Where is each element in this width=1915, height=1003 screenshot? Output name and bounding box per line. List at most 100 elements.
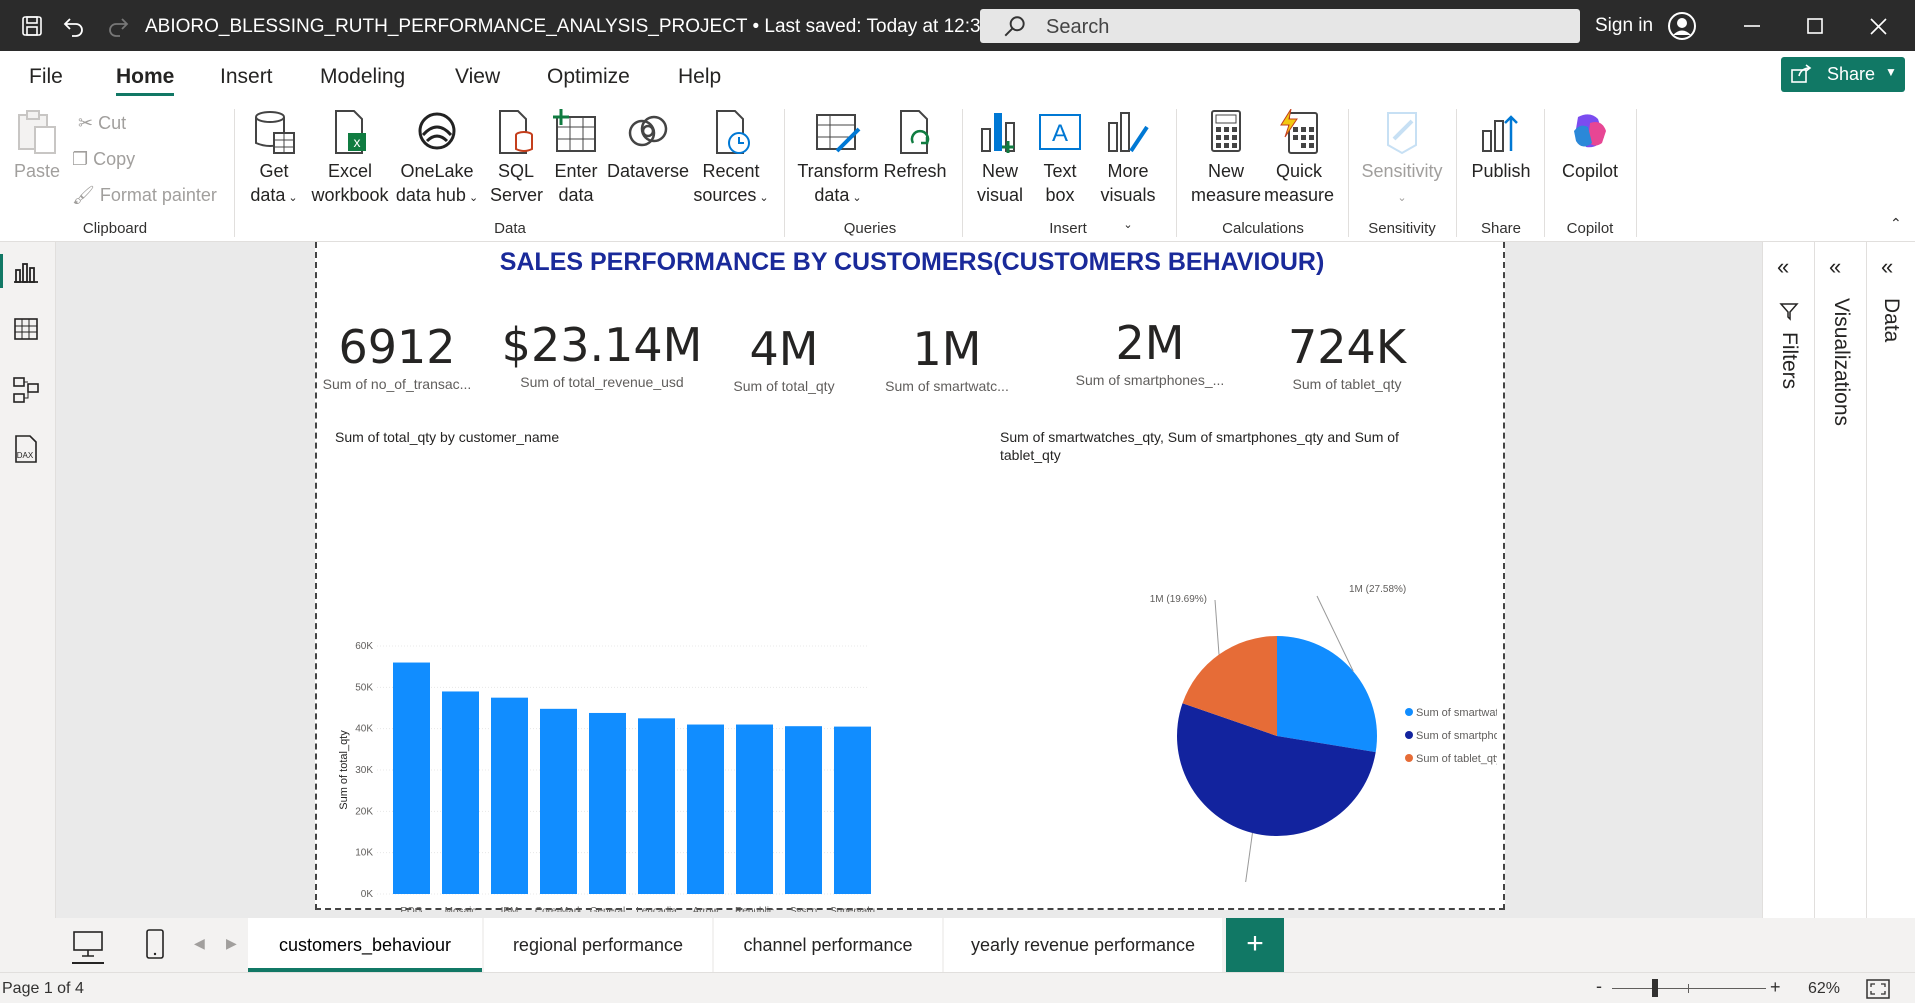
page-tab-channel-performance[interactable]: channel performance xyxy=(714,918,942,972)
copy-button[interactable]: ❐ Copy xyxy=(72,149,135,170)
scroll-tabs-left-icon[interactable]: ◀ xyxy=(194,935,205,952)
sign-in-link[interactable]: Sign in xyxy=(1595,15,1653,37)
x-tick-label: Supervalu xyxy=(830,906,875,912)
report-page: SALES PERFORMANCE BY CUSTOMERS(CUSTOMERS… xyxy=(315,242,1505,912)
maximize-icon[interactable] xyxy=(1807,18,1825,36)
onelake-data-hub-button[interactable]: OneLake data hub ⌄ xyxy=(394,109,480,210)
sensitivity-button[interactable]: Sensitivity ⌄ xyxy=(1356,109,1448,210)
menu-view[interactable]: View xyxy=(455,65,500,89)
data-label: 1M (27.58%) xyxy=(1349,584,1406,595)
new-measure-button[interactable]: New measure xyxy=(1186,109,1266,207)
paste-button[interactable]: Paste xyxy=(12,109,62,183)
mobile-layout-icon[interactable] xyxy=(144,928,166,960)
menu-home[interactable]: Home xyxy=(116,65,174,89)
cut-button[interactable]: ✂ Cut xyxy=(78,113,126,134)
view-rail: DAX xyxy=(0,242,56,918)
ribbon-separator xyxy=(962,109,963,237)
kpi-card-transactions[interactable]: 6912 Sum of no_of_transac... xyxy=(317,320,477,392)
group-label-share: Share xyxy=(1480,220,1522,237)
menu-help[interactable]: Help xyxy=(678,65,721,89)
report-view-icon[interactable] xyxy=(14,260,40,284)
share-button[interactable]: Share ▼ xyxy=(1781,57,1905,92)
enter-data-button[interactable]: Enter data xyxy=(548,109,604,207)
text-box-button[interactable]: A Text box xyxy=(1034,109,1086,207)
desktop-layout-icon[interactable] xyxy=(72,930,104,958)
page-tab-yearly-revenue-performance[interactable]: yearly revenue performance xyxy=(944,918,1222,972)
bar-chart[interactable]: 0K10K20K30K40K50K60KEOGResourcesMosaicIB… xyxy=(317,442,997,912)
filters-pane[interactable]: « Filters xyxy=(1762,242,1814,918)
group-label-data: Data xyxy=(494,220,526,237)
kpi-card-smartwatches[interactable]: 1M Sum of smartwatc... xyxy=(867,322,1027,394)
dataverse-button[interactable]: Dataverse xyxy=(606,109,690,183)
collapse-ribbon-icon[interactable]: ⌃ xyxy=(1890,215,1902,232)
copilot-button[interactable]: Copilot xyxy=(1552,109,1628,183)
svg-text:x: x xyxy=(354,134,361,150)
zoom-in-icon[interactable]: + xyxy=(1770,977,1781,998)
group-label-queries: Queries xyxy=(843,220,897,237)
zoom-slider-thumb[interactable] xyxy=(1652,979,1658,997)
page-tab-customers-behaviour[interactable]: customers_behaviour xyxy=(248,918,482,972)
zoom-out-icon[interactable]: - xyxy=(1596,976,1602,997)
paintbrush-icon: 🖌 xyxy=(72,185,95,205)
leader-line xyxy=(1214,599,1220,655)
x-tick-label: Leucadia xyxy=(636,906,677,912)
publish-button[interactable]: Publish xyxy=(1466,109,1536,183)
zoom-slider-track[interactable] xyxy=(1612,988,1766,989)
menu-bar: File Home Insert Modeling View Optimize … xyxy=(0,51,1915,99)
fit-to-page-icon[interactable] xyxy=(1866,979,1890,999)
account-icon[interactable] xyxy=(1667,11,1697,41)
more-visuals-button[interactable]: More visuals ⌄ xyxy=(1098,109,1158,237)
menu-insert[interactable]: Insert xyxy=(220,65,273,89)
expand-visualizations-icon[interactable]: « xyxy=(1829,254,1841,280)
undo-icon[interactable] xyxy=(62,14,86,38)
excel-workbook-button[interactable]: x Excel workbook xyxy=(309,109,391,207)
x-tick-label: Core-Mark xyxy=(535,906,583,912)
menu-file[interactable]: File xyxy=(29,65,63,89)
quick-measure-button[interactable]: Quick measure xyxy=(1258,109,1340,207)
save-icon[interactable] xyxy=(20,14,44,38)
minimize-icon[interactable] xyxy=(1744,20,1762,32)
ribbon: Paste ✂ Cut ❐ Copy 🖌 Format painter Clip… xyxy=(0,99,1915,242)
onelake-icon xyxy=(418,112,456,150)
recent-sources-button[interactable]: Recent sources ⌄ xyxy=(690,109,772,210)
expand-data-icon[interactable]: « xyxy=(1881,254,1893,280)
data-pane[interactable]: « Data xyxy=(1866,242,1915,918)
transform-data-button[interactable]: Transform data ⌄ xyxy=(796,109,880,210)
expand-filters-icon[interactable]: « xyxy=(1777,254,1789,280)
add-page-button[interactable]: + xyxy=(1226,918,1284,972)
pie-slice xyxy=(1277,636,1377,753)
kpi-card-revenue[interactable]: $23.14M Sum of total_revenue_usd xyxy=(497,318,707,390)
table-view-icon[interactable] xyxy=(14,318,40,342)
kpi-card-tablet[interactable]: 724K Sum of tablet_qty xyxy=(1267,320,1427,392)
bar xyxy=(589,712,626,894)
zoom-level: 62% xyxy=(1808,980,1841,997)
active-layout-underline xyxy=(72,962,104,964)
close-icon[interactable] xyxy=(1870,18,1888,36)
kpi-card-total-qty[interactable]: 4M Sum of total_qty xyxy=(719,322,849,394)
model-view-icon[interactable] xyxy=(12,376,42,404)
title-bar: ABIORO_BLESSING_RUTH_PERFORMANCE_ANALYSI… xyxy=(0,0,1915,51)
refresh-button[interactable]: Refresh xyxy=(880,109,950,183)
group-label-sensitivity: Sensitivity xyxy=(1368,220,1436,237)
dax-query-view-icon[interactable]: DAX xyxy=(12,434,40,464)
get-data-button[interactable]: Get data ⌄ xyxy=(248,109,300,210)
y-tick-label: 0K xyxy=(361,889,374,900)
sql-server-button[interactable]: SQL Server xyxy=(490,109,543,207)
plus-icon: + xyxy=(1246,927,1264,960)
database-icon xyxy=(255,111,295,154)
menu-modeling[interactable]: Modeling xyxy=(320,65,405,89)
menu-optimize[interactable]: Optimize xyxy=(547,65,630,89)
redo-icon[interactable] xyxy=(106,14,130,38)
scroll-tabs-right-icon[interactable]: ▶ xyxy=(226,935,237,952)
ribbon-separator xyxy=(234,109,235,237)
pie-chart[interactable]: 1M (27.58%)2M (52.73%)1M (19.69%)Sum of … xyxy=(977,442,1497,882)
legend-entry: Sum of smartphones_... xyxy=(1416,730,1497,742)
legend-marker xyxy=(1405,731,1413,739)
visualizations-pane[interactable]: « Visualizations xyxy=(1814,242,1866,918)
kpi-card-smartphones[interactable]: 2M Sum of smartphones_... xyxy=(1065,316,1235,388)
new-visual-button[interactable]: New visual xyxy=(974,109,1026,207)
format-painter-button[interactable]: 🖌 Format painter xyxy=(72,185,217,206)
page-tab-regional-performance[interactable]: regional performance xyxy=(484,918,712,972)
bar xyxy=(785,726,822,894)
search-input[interactable]: Search xyxy=(980,9,1580,43)
